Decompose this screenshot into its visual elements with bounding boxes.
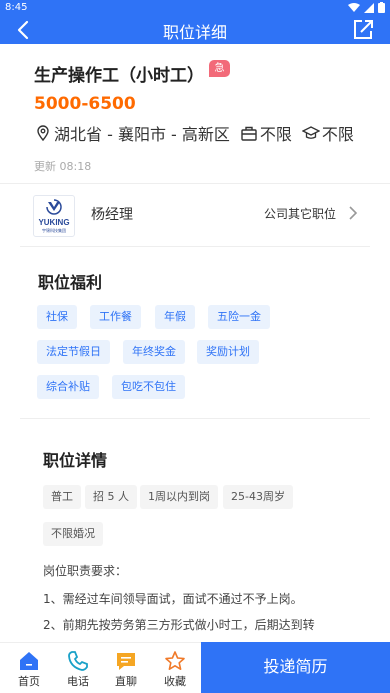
- detail-tag: 25-43周岁: [223, 485, 293, 509]
- tab-favorite-label: 收藏: [164, 675, 186, 688]
- tab-chat[interactable]: 直聊: [103, 643, 149, 693]
- benefit-tag: 综合补贴: [37, 375, 99, 399]
- benefit-tag: 年终奖金: [123, 340, 185, 364]
- benefit-tag: 法定节假日: [37, 340, 110, 364]
- briefcase-icon: [241, 126, 257, 141]
- battery-icon: [378, 2, 385, 13]
- detail-tag: 1周以内到岗: [140, 485, 218, 509]
- company-logo: YUKING 宇锦科技集团: [33, 195, 75, 237]
- benefit-tag: 五险一金: [208, 305, 270, 329]
- tab-home-label: 首页: [18, 675, 40, 688]
- tab-phone[interactable]: 电话: [55, 643, 101, 693]
- job-experience: 不限: [259, 125, 292, 144]
- wifi-icon: [348, 2, 360, 12]
- job-meta-row: 湖北省 - 襄阳市 - 高新区 不限 不限: [34, 121, 354, 145]
- company-logo-text: YUKING: [38, 218, 69, 227]
- detail-tag: 招 5 人: [85, 485, 137, 509]
- tab-favorite[interactable]: 收藏: [152, 643, 198, 693]
- yuking-logo-icon: YUKING 宇锦科技集团: [38, 199, 70, 233]
- benefit-tag: 年假: [155, 305, 195, 329]
- graduation-cap-icon: [301, 126, 320, 139]
- location-pin-icon: [37, 125, 49, 142]
- page-title: 职位详细: [162, 23, 227, 42]
- phone-icon: [68, 651, 88, 671]
- recruiter-name: 杨经理: [91, 207, 133, 223]
- detail-tag: 普工: [43, 485, 81, 509]
- star-icon: [165, 651, 185, 670]
- benefit-tag: 包吃不包住: [112, 375, 185, 399]
- salary: 5000-6500: [34, 94, 136, 114]
- job-location: 湖北省 - 襄阳市 - 高新区: [54, 125, 230, 144]
- details-title: 职位详情: [43, 451, 108, 470]
- benefit-tag: 工作餐: [90, 305, 141, 329]
- chat-icon: [117, 653, 135, 670]
- status-time: 8:45: [5, 2, 28, 13]
- job-detail-page: { "status_bar": { "time": "8:45" }, "app…: [0, 0, 390, 693]
- other-jobs-link[interactable]: 公司其它职位: [264, 205, 336, 222]
- job-title: 生产操作工（小时工）: [34, 66, 204, 86]
- benefits-title: 职位福利: [38, 273, 103, 292]
- app-bar: 职位详细: [0, 16, 390, 44]
- divider: [20, 246, 370, 247]
- tab-chat-label: 直聊: [115, 675, 137, 688]
- divider: [0, 183, 390, 184]
- chevron-right-icon[interactable]: [346, 204, 360, 222]
- signal-icon: [364, 2, 374, 13]
- description-heading: 岗位职责要求：: [43, 564, 128, 578]
- divider: [20, 418, 370, 419]
- tab-phone-label: 电话: [67, 675, 89, 688]
- benefit-tag: 奖励计划: [197, 340, 259, 364]
- home-icon: [20, 652, 38, 670]
- tab-home[interactable]: 首页: [6, 643, 52, 693]
- description-line: 1、需经过车间领导面试，面试不通过不予上岗。: [43, 592, 303, 606]
- company-logo-subtext: 宇锦科技集团: [42, 227, 66, 233]
- status-icons: [348, 2, 385, 13]
- urgent-badge: 急: [209, 60, 230, 77]
- updated-time: 更新 08:18: [34, 160, 92, 173]
- share-icon[interactable]: [350, 17, 376, 43]
- apply-resume-button[interactable]: 投递简历: [201, 642, 390, 693]
- benefit-tag: 社保: [37, 305, 77, 329]
- description-line: 2、前期先按劳务第三方形式做小时工，后期达到转: [43, 618, 315, 632]
- status-bar: 8:45: [0, 0, 390, 16]
- job-education: 不限: [321, 125, 354, 144]
- detail-tag: 不限婚况: [43, 522, 103, 546]
